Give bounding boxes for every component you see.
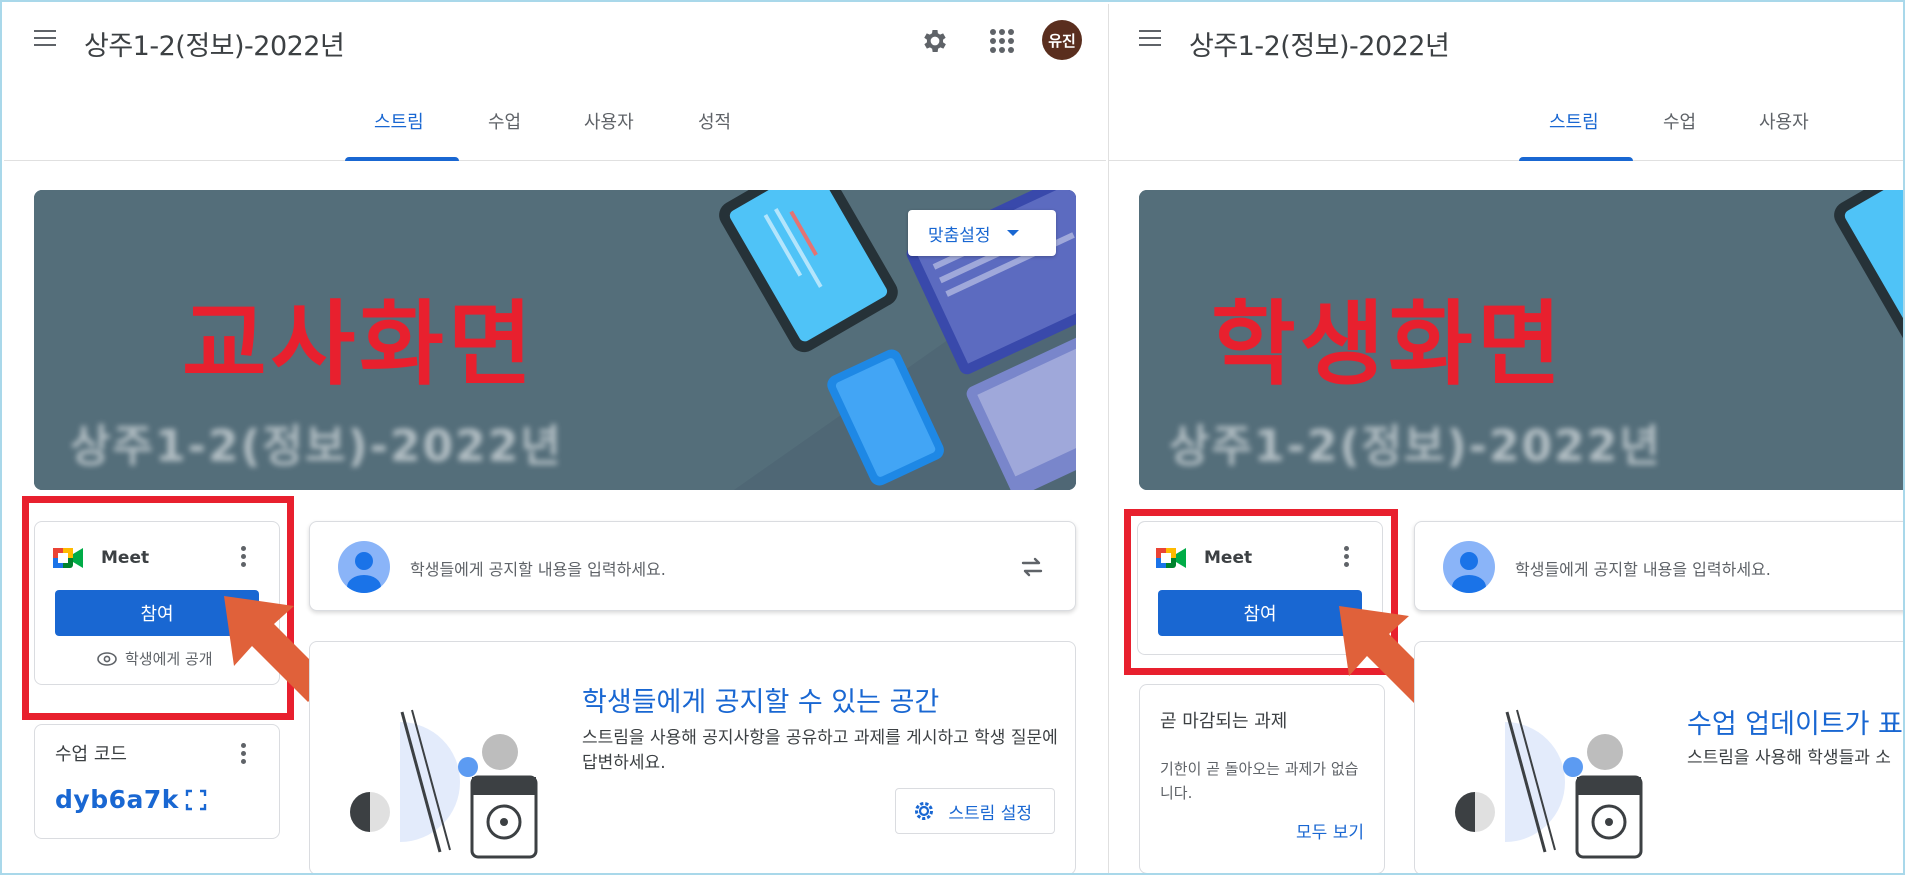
- student-view-label: 학생화면: [1211, 291, 1566, 398]
- settings-gear-icon[interactable]: [920, 26, 950, 56]
- class-tabs-student: 스트림 수업 사용자: [1109, 74, 1903, 161]
- class-tabs: 스트림 수업 사용자 성적: [4, 74, 1106, 161]
- empty-stream-illustration: [1455, 709, 1643, 859]
- empty-state-title: 수업 업데이트가 표: [1687, 709, 1903, 740]
- active-tab-indicator: [345, 157, 459, 161]
- tab-stream[interactable]: 스트림: [374, 108, 424, 134]
- announce-placeholder: 학생들에게 공지할 내용을 입력하세요.: [410, 560, 666, 579]
- user-avatar-icon: [338, 541, 390, 593]
- announce-box[interactable]: 학생들에게 공지할 내용을 입력하세요.: [309, 521, 1076, 611]
- tab-stream[interactable]: 스트림: [1549, 108, 1599, 134]
- customize-button[interactable]: 맞춤설정: [908, 210, 1056, 256]
- customize-label: 맞춤설정: [928, 225, 991, 246]
- tab-classwork[interactable]: 수업: [1663, 108, 1696, 134]
- teacher-view-panel: 상주1-2(정보)-2022년 유진 스트림 수업 사용자 성적 교사화면 상주…: [4, 4, 1106, 873]
- banner-class-name: 상주1-2(정보)-2022년: [1169, 421, 1662, 472]
- class-code-more-icon[interactable]: [241, 743, 247, 767]
- class-banner-student: 학생화면 상주1-2(정보)-2022년: [1139, 190, 1903, 490]
- tab-classwork[interactable]: 수업: [488, 108, 521, 134]
- empty-state-description: 스트림을 사용해 공지사항을 공유하고 과제를 게시하고 학생 질문에 답변하세…: [582, 728, 1058, 773]
- student-view-panel: 상주1-2(정보)-2022년 스트림 수업 사용자 학생화면 상주1-2(정보…: [1108, 4, 1903, 873]
- class-code-card: 수업 코드 dyb6a7k: [34, 724, 280, 839]
- tab-people[interactable]: 사용자: [1759, 108, 1809, 134]
- reuse-post-icon[interactable]: [1019, 554, 1045, 580]
- stream-empty-state-student: 수업 업데이트가 표 스트림을 사용해 학생들과 소: [1414, 641, 1903, 873]
- empty-state-description: 스트림을 사용해 학생들과 소: [1687, 748, 1891, 768]
- announce-box-student[interactable]: 학생들에게 공지할 내용을 입력하세요.: [1414, 521, 1903, 611]
- banner-class-name: 상주1-2(정보)-2022년: [70, 421, 563, 472]
- tab-grades[interactable]: 성적: [698, 108, 731, 134]
- announce-placeholder: 학생들에게 공지할 내용을 입력하세요.: [1515, 560, 1771, 579]
- upcoming-description: 기한이 곧 돌아오는 과제가 없습니다.: [1160, 760, 1359, 802]
- stream-settings-gear-icon: [915, 802, 934, 820]
- class-banner: 교사화면 상주1-2(정보)-2022년 맞춤설정: [34, 190, 1076, 490]
- upcoming-title: 곧 마감되는 과제: [1160, 711, 1288, 732]
- top-app-bar-student: 상주1-2(정보)-2022년: [1109, 4, 1903, 74]
- active-tab-indicator: [1519, 157, 1633, 161]
- display-code-fullscreen-icon[interactable]: [185, 789, 207, 811]
- main-menu-icon[interactable]: [34, 30, 58, 48]
- account-avatar[interactable]: 유진: [1042, 20, 1082, 60]
- screenshot-frame: 상주1-2(정보)-2022년 유진 스트림 수업 사용자 성적 교사화면 상주…: [0, 0, 1905, 875]
- empty-state-title: 학생들에게 공지할 수 있는 공간: [582, 687, 940, 718]
- class-code-label: 수업 코드: [55, 744, 127, 765]
- empty-stream-illustration: [350, 709, 538, 859]
- stream-settings-label: 스트림 설정: [948, 803, 1032, 824]
- stream-settings-button[interactable]: 스트림 설정: [895, 788, 1055, 834]
- stream-empty-state: 학생들에게 공지할 수 있는 공간 스트림을 사용해 공지사항을 공유하고 과제…: [309, 641, 1076, 873]
- google-apps-icon[interactable]: [990, 29, 1014, 53]
- dropdown-caret-icon: [1006, 230, 1019, 236]
- main-menu-icon[interactable]: [1139, 30, 1163, 48]
- class-title[interactable]: 상주1-2(정보)-2022년: [1189, 24, 1450, 63]
- upcoming-work-card: 곧 마감되는 과제 기한이 곧 돌아오는 과제가 없습니다. 모두 보기: [1139, 684, 1385, 873]
- class-code-value: dyb6a7k: [55, 785, 179, 814]
- view-all-link[interactable]: 모두 보기: [1296, 818, 1364, 843]
- user-avatar-icon: [1443, 541, 1495, 593]
- top-app-bar: 상주1-2(정보)-2022년 유진: [4, 4, 1106, 74]
- teacher-view-label: 교사화면: [182, 291, 537, 398]
- class-title[interactable]: 상주1-2(정보)-2022년: [84, 24, 345, 63]
- tab-people[interactable]: 사용자: [584, 108, 634, 134]
